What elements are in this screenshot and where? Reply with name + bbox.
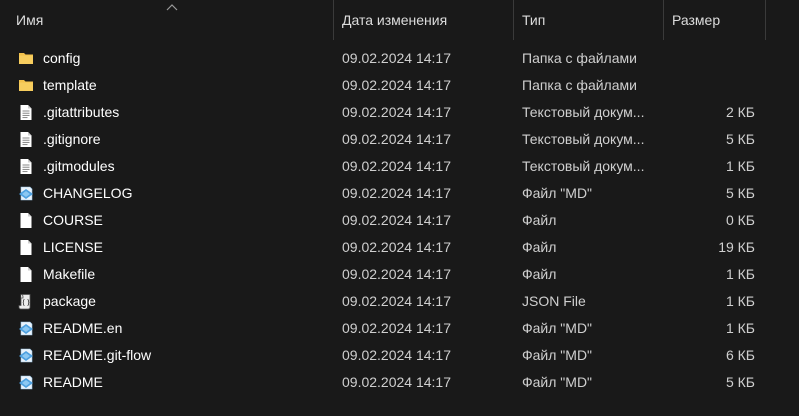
file-name: COURSE — [43, 212, 103, 228]
file-size: 1 КБ — [725, 266, 755, 282]
file-row[interactable]: package 09.02.2024 14:17 JSON File 1 КБ — [0, 288, 799, 315]
file-row[interactable]: .gitmodules 09.02.2024 14:17 Текстовый док… — [0, 153, 799, 180]
blank-file-icon — [18, 239, 34, 256]
file-list: config 09.02.2024 14:17 Папка с файлами tem… — [0, 45, 799, 396]
file-type: Текстовый докум... — [522, 158, 645, 174]
file-size: 0 КБ — [725, 212, 755, 228]
file-row[interactable]: CHANGELOG 09.02.2024 14:17 Файл "MD" 5 КБ — [0, 180, 799, 207]
text-file-icon — [18, 131, 34, 148]
file-row[interactable]: template 09.02.2024 14:17 Папка с файлами — [0, 72, 799, 99]
file-type: Файл "MD" — [522, 185, 593, 201]
file-name: Makefile — [43, 266, 96, 282]
file-date-modified: 09.02.2024 14:17 — [342, 293, 451, 309]
file-size: 6 КБ — [725, 347, 755, 363]
file-date-modified: 09.02.2024 14:17 — [342, 374, 451, 390]
folder-icon — [18, 50, 34, 67]
file-type: Папка с файлами — [522, 50, 637, 66]
file-row[interactable]: COURSE 09.02.2024 14:17 Файл 0 КБ — [0, 207, 799, 234]
file-type: Папка с файлами — [522, 77, 637, 93]
file-date-modified: 09.02.2024 14:17 — [342, 158, 451, 174]
file-type: Файл "MD" — [522, 374, 593, 390]
file-size: 1 КБ — [725, 293, 755, 309]
folder-icon — [18, 77, 34, 94]
file-size: 1 КБ — [725, 158, 755, 174]
column-header-size-label: Размер — [672, 12, 721, 28]
file-name: README — [43, 374, 103, 390]
file-size: 1 КБ — [725, 320, 755, 336]
file-type: Текстовый докум... — [522, 104, 645, 120]
file-size — [665, 45, 755, 72]
file-name: CHANGELOG — [43, 185, 133, 201]
file-name: .gitattributes — [43, 104, 120, 120]
markdown-file-icon — [18, 320, 34, 337]
file-date-modified: 09.02.2024 14:17 — [342, 266, 451, 282]
file-name: LICENSE — [43, 239, 103, 255]
file-date-modified: 09.02.2024 14:17 — [342, 185, 451, 201]
file-name: package — [43, 293, 96, 309]
sort-ascending-icon[interactable] — [166, 3, 178, 11]
text-file-icon — [18, 158, 34, 175]
file-date-modified: 09.02.2024 14:17 — [342, 212, 451, 228]
file-type: JSON File — [522, 293, 586, 309]
file-row[interactable]: Makefile 09.02.2024 14:17 Файл 1 КБ — [0, 261, 799, 288]
file-date-modified: 09.02.2024 14:17 — [342, 131, 451, 147]
json-file-icon — [18, 293, 34, 310]
file-size — [665, 72, 755, 99]
file-name: .gitmodules — [43, 158, 115, 174]
file-size: 5 КБ — [725, 185, 755, 201]
file-row[interactable]: .gitignore 09.02.2024 14:17 Текстовый доку… — [0, 126, 799, 153]
file-row[interactable]: LICENSE 09.02.2024 14:17 Файл 19 КБ — [0, 234, 799, 261]
file-name: config — [43, 50, 81, 66]
file-date-modified: 09.02.2024 14:17 — [342, 239, 451, 255]
file-name: README.en — [43, 320, 123, 336]
file-type: Текстовый докум... — [522, 131, 645, 147]
file-size: 19 КБ — [718, 239, 755, 255]
file-date-modified: 09.02.2024 14:17 — [342, 77, 451, 93]
file-row[interactable]: config 09.02.2024 14:17 Папка с файлами — [0, 45, 799, 72]
markdown-file-icon — [18, 374, 34, 391]
file-type: Файл — [522, 266, 557, 282]
markdown-file-icon — [18, 185, 34, 202]
file-type: Файл — [522, 239, 557, 255]
text-file-icon — [18, 104, 34, 121]
column-separator[interactable] — [765, 0, 766, 40]
column-header-type-label: Тип — [522, 12, 546, 28]
file-row[interactable]: .gitattributes 09.02.2024 14:17 Текстовый … — [0, 99, 799, 126]
file-size: 5 КБ — [725, 374, 755, 390]
file-date-modified: 09.02.2024 14:17 — [342, 104, 451, 120]
blank-file-icon — [18, 212, 34, 229]
file-date-modified: 09.02.2024 14:17 — [342, 347, 451, 363]
markdown-file-icon — [18, 347, 34, 364]
column-header-bar: Имя Дата изменения Тип Размер — [0, 0, 799, 40]
file-type: Файл "MD" — [522, 347, 593, 363]
file-row[interactable]: README.git-flow 09.02.2024 14:17 Файл "MD"… — [0, 342, 799, 369]
file-size: 5 КБ — [725, 131, 755, 147]
file-name: template — [43, 77, 97, 93]
file-date-modified: 09.02.2024 14:17 — [342, 50, 451, 66]
file-name: .gitignore — [43, 131, 101, 147]
blank-file-icon — [18, 266, 34, 283]
file-row[interactable]: README 09.02.2024 14:17 Файл "MD" 5 КБ — [0, 369, 799, 396]
file-row[interactable]: README.en 09.02.2024 14:17 Файл "MD" 1 КБ — [0, 315, 799, 342]
column-header-date-label: Дата изменения — [342, 12, 448, 28]
file-type: Файл "MD" — [522, 320, 593, 336]
file-type: Файл — [522, 212, 557, 228]
file-name: README.git-flow — [43, 347, 152, 363]
column-header-date[interactable]: Дата изменения — [334, 0, 513, 40]
column-header-type[interactable]: Тип — [514, 0, 663, 40]
file-date-modified: 09.02.2024 14:17 — [342, 320, 451, 336]
column-header-size[interactable]: Размер — [664, 0, 765, 40]
file-size: 2 КБ — [725, 104, 755, 120]
column-header-name-label: Имя — [16, 12, 44, 28]
